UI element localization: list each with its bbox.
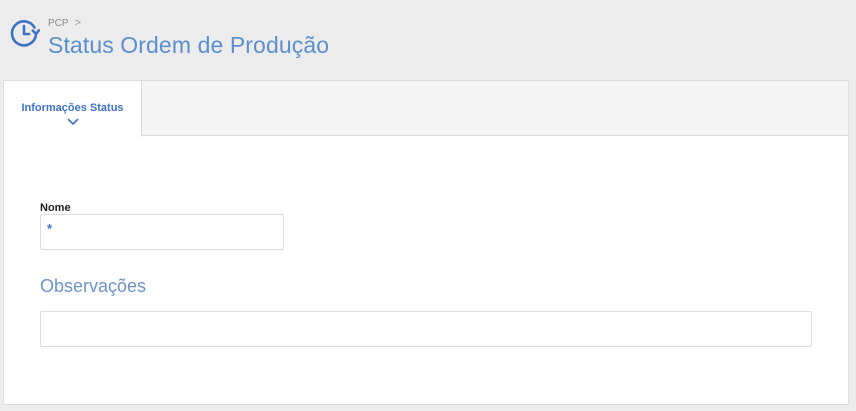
page-header: PCP > Status Ordem de Produção <box>0 0 856 80</box>
breadcrumb-item-pcp[interactable]: PCP <box>48 18 69 29</box>
form-panel: Informações Status Nome * Observações <box>3 80 849 405</box>
tab-informacoes-status[interactable]: Informações Status <box>4 81 142 137</box>
tab-bar: Informações Status <box>4 81 848 137</box>
tab-label: Informações Status <box>21 102 124 114</box>
name-label: Nome <box>40 202 71 214</box>
observations-input[interactable] <box>40 311 812 347</box>
breadcrumb-separator: > <box>74 17 81 29</box>
required-mark: * <box>47 221 53 236</box>
observations-label: Observações <box>40 276 147 296</box>
chevron-down-icon <box>67 118 78 125</box>
breadcrumb: PCP > <box>48 17 81 29</box>
page-title: Status Ordem de Produção <box>48 32 330 58</box>
clock-refresh-icon <box>10 20 40 47</box>
name-input[interactable]: * <box>40 214 284 250</box>
